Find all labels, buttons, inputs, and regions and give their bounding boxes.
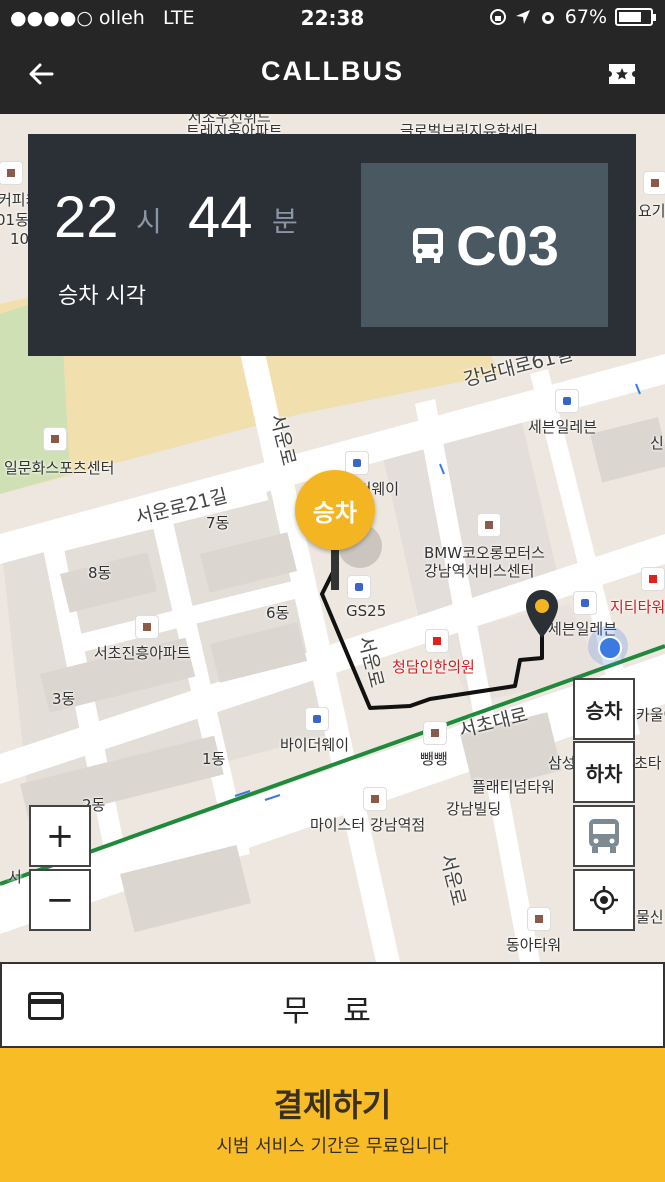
- map-label: 지티타워: [610, 598, 665, 616]
- poi-home-icon: [0, 162, 22, 184]
- pay-button[interactable]: 결제하기 시범 서비스 기간은 무료입니다: [0, 1048, 665, 1182]
- show-bus-button[interactable]: [573, 805, 635, 867]
- map-label: 1동: [202, 750, 226, 768]
- map-label: 뺑뺑: [420, 750, 448, 768]
- poi-store-icon: [348, 576, 370, 598]
- map-label: 3동: [52, 690, 76, 708]
- poi-hospital-icon: [426, 630, 448, 652]
- map-label: 10: [10, 230, 30, 248]
- map-label: 플래티넘타워: [472, 778, 555, 796]
- minute-unit: 분: [272, 205, 298, 238]
- map-label: 서: [8, 868, 22, 886]
- map-label: 강남역서비스센터: [424, 562, 535, 580]
- map-label: 바이더웨이: [280, 736, 350, 754]
- poi-place-icon: [424, 722, 446, 744]
- boarding-info-card: 22 시 44 분 승차 시각 C03: [28, 134, 636, 356]
- plus-icon: +: [45, 816, 75, 856]
- map-label: 6동: [266, 604, 290, 622]
- map-label: 동아타워: [506, 936, 562, 954]
- map-label: 신: [650, 434, 664, 452]
- map-label: 일문화스포츠센터: [4, 459, 115, 477]
- map-label: 물신: [636, 908, 664, 926]
- boarding-time-label: 승차 시각: [58, 284, 146, 309]
- payment-method-row[interactable]: 무 료: [0, 962, 665, 1048]
- poi-home-icon: [528, 908, 550, 930]
- map-label: 강남빌딩: [446, 800, 502, 818]
- status-right: 67%: [489, 6, 656, 28]
- poi-place-icon: [44, 428, 66, 450]
- zoom-in-button[interactable]: +: [29, 805, 91, 867]
- battery-percent: 67%: [564, 6, 607, 28]
- map-label: 8동: [88, 564, 112, 582]
- poi-store-icon: [574, 592, 596, 614]
- status-bar: ●●●●○ olleh LTE 22:38 67%: [0, 0, 665, 36]
- boarding-minute: 44: [188, 185, 253, 250]
- alarm-icon: [541, 12, 554, 24]
- locate-icon: [590, 886, 618, 914]
- minus-icon: −: [45, 880, 75, 920]
- show-alighting-button[interactable]: 하차: [573, 741, 635, 803]
- pickup-pin: [331, 550, 339, 590]
- poi-store-icon: [556, 390, 578, 412]
- current-location-marker: [588, 626, 628, 666]
- nav-bar: CALLBUS: [0, 36, 665, 114]
- rotation-lock-icon: [489, 9, 506, 25]
- poi-red-icon: [642, 568, 664, 590]
- alight-label: 하차: [585, 761, 623, 786]
- map-label: 서초진흥아파트: [94, 644, 191, 662]
- map-label: 카울어: [636, 706, 665, 724]
- map-label: 초타: [634, 754, 662, 772]
- poi-store-icon: [346, 452, 368, 474]
- pay-button-subtitle: 시범 서비스 기간은 무료입니다: [216, 1136, 449, 1157]
- map-label: 청담인한의원: [392, 658, 475, 676]
- payment-amount-label: 무 료: [282, 994, 383, 1029]
- poi-place-icon: [364, 788, 386, 810]
- board-label: 승차: [585, 698, 623, 723]
- bus-icon: [589, 819, 619, 853]
- bus-code: C03: [456, 213, 559, 277]
- locate-me-button[interactable]: [573, 869, 635, 931]
- show-boarding-button[interactable]: 승차: [573, 678, 635, 740]
- map-label: 01동: [0, 211, 29, 229]
- boarding-hour: 22: [54, 185, 119, 250]
- page-title: CALLBUS: [261, 56, 404, 86]
- pay-button-label: 결제하기: [273, 1086, 392, 1124]
- map-label: 마이스터 강남역점: [310, 816, 426, 834]
- map-label: 삼성: [548, 754, 576, 772]
- hour-unit: 시: [136, 205, 162, 238]
- map-label: 세븐일레븐: [528, 418, 598, 436]
- map-label: 7동: [206, 514, 230, 532]
- map-label: GS25: [346, 602, 387, 620]
- bus-code-box: C03: [361, 163, 608, 327]
- zoom-out-button[interactable]: −: [29, 869, 91, 931]
- map-label: 요기: [638, 202, 665, 220]
- dropoff-pin-icon[interactable]: [524, 588, 560, 640]
- ticket-star-icon[interactable]: [607, 61, 637, 87]
- battery-icon: [615, 8, 656, 26]
- poi-place-icon: [478, 514, 500, 536]
- poi-place-icon: [644, 172, 665, 194]
- location-arrow-icon: [515, 10, 530, 24]
- bus-icon: [413, 228, 444, 263]
- pickup-marker[interactable]: 승차: [295, 470, 375, 550]
- poi-store-icon: [306, 708, 328, 730]
- poi-home-icon: [136, 616, 158, 638]
